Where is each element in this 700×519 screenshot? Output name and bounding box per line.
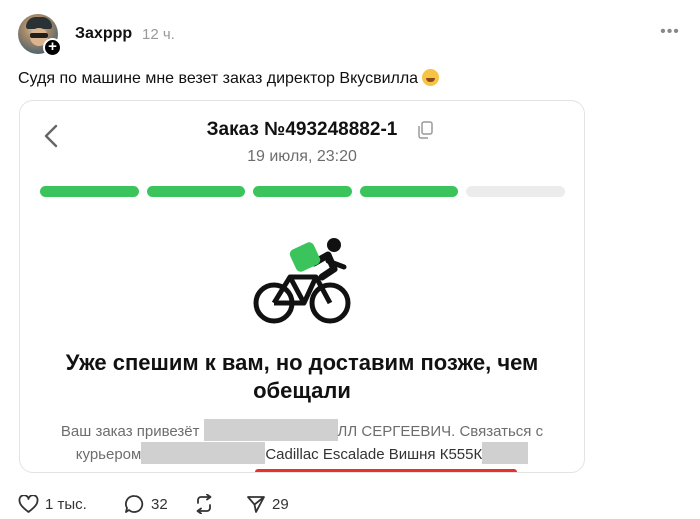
- post-text: Судя по машине мне везет заказ директор …: [18, 69, 440, 88]
- status-line-1-end: ЛЛ СЕРГЕЕВИЧ. Связаться с: [337, 423, 544, 440]
- heart-icon: [18, 494, 39, 513]
- order-title: Заказ №493248882-1: [206, 119, 398, 140]
- delivery-status-description: Ваш заказ привезёт ЛЛ СЕРГЕЕВИЧ. Связатьс…: [20, 419, 584, 465]
- post-header: + Захррр 12 ч. •••: [18, 14, 682, 57]
- repost-icon: [196, 494, 212, 514]
- more-options-icon[interactable]: •••: [660, 22, 680, 42]
- status-line-2-start: курьером: [75, 446, 142, 463]
- progress-step-completed: [40, 186, 139, 197]
- status-line-1-start: Ваш заказ привезёт: [60, 423, 200, 440]
- username[interactable]: Захррр: [75, 25, 132, 43]
- post-actions: 1 тыс. 32 29: [18, 493, 418, 515]
- comment-bubble-icon: [125, 495, 144, 513]
- progress-step-pending: [466, 186, 565, 197]
- status-line-2: курьером Cadillac Escalade Вишня К555К: [20, 442, 584, 465]
- comment-count: 32: [151, 495, 168, 513]
- copy-icon: [418, 121, 433, 139]
- laughing-emoji-icon: [422, 69, 440, 86]
- delivery-status-title: Уже спешим к вам, но доставим позже, чем…: [65, 350, 539, 403]
- send-plane-icon: [247, 496, 265, 513]
- post-text-body: Судя по машине мне везет заказ директор …: [18, 70, 419, 87]
- like-count: 1 тыс.: [45, 495, 87, 513]
- share-count: 29: [272, 495, 289, 513]
- redacted-block: [482, 442, 529, 464]
- red-highlight-underline: [255, 469, 517, 472]
- follow-plus-icon[interactable]: +: [43, 38, 62, 57]
- progress-step-completed: [253, 186, 352, 197]
- share-button[interactable]: 29: [246, 493, 289, 515]
- attached-screenshot[interactable]: Заказ №493248882-1 19 июля, 23:20 Уже сп…: [19, 100, 585, 473]
- progress-step-completed: [359, 186, 459, 197]
- order-progress-bar: [40, 186, 565, 197]
- courier-bicycle-icon: [253, 238, 351, 324]
- status-line-1: Ваш заказ привезёт ЛЛ СЕРГЕЕВИЧ. Связатьс…: [20, 419, 584, 442]
- redacted-block: [203, 419, 338, 441]
- car-info: Cadillac Escalade Вишня К555К: [265, 446, 483, 463]
- like-button[interactable]: 1 тыс.: [18, 493, 87, 515]
- avatar-glasses: [30, 33, 48, 38]
- comment-button[interactable]: 32: [124, 493, 168, 515]
- redacted-block: [141, 442, 266, 464]
- post-time: 12 ч.: [142, 26, 175, 43]
- order-date: 19 июля, 23:20: [247, 148, 357, 165]
- progress-step-completed: [146, 186, 246, 197]
- repost-button[interactable]: [193, 493, 221, 515]
